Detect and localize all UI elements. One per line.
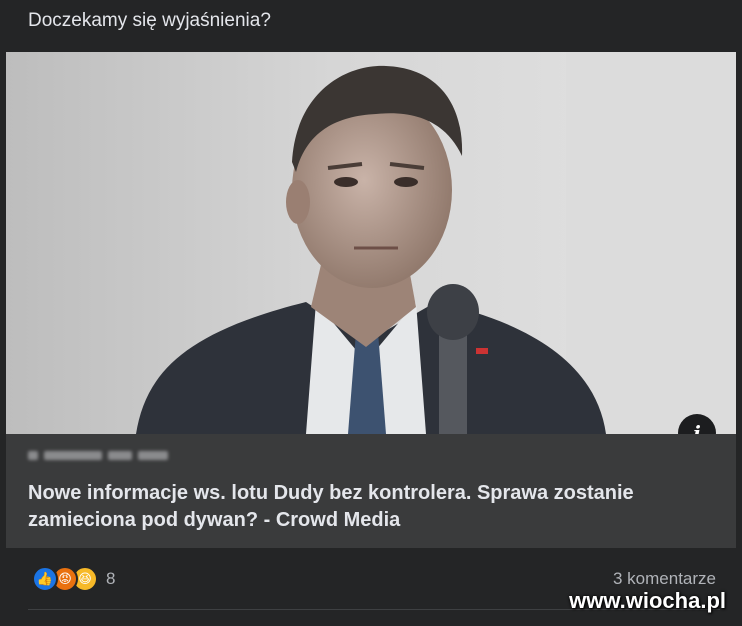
link-preview-image[interactable]: [6, 52, 736, 434]
link-domain-blurred: [28, 448, 188, 462]
link-preview-box[interactable]: Nowe informacje ws. lotu Dudy bez kontro…: [6, 434, 736, 548]
post-text: Doczekamy się wyjaśnienia?: [28, 10, 271, 31]
link-title[interactable]: Nowe informacje ws. lotu Dudy bez kontro…: [28, 480, 708, 534]
reaction-count: 8: [106, 569, 116, 588]
watermark: www.wiocha.pl: [569, 588, 726, 613]
reaction-summary[interactable]: 👍 😡 😆 8: [32, 566, 115, 592]
man-photo-illustration: [6, 52, 736, 434]
comments-count-link[interactable]: 3 komentarze: [613, 569, 716, 589]
like-reaction-icon: 👍: [32, 566, 58, 592]
